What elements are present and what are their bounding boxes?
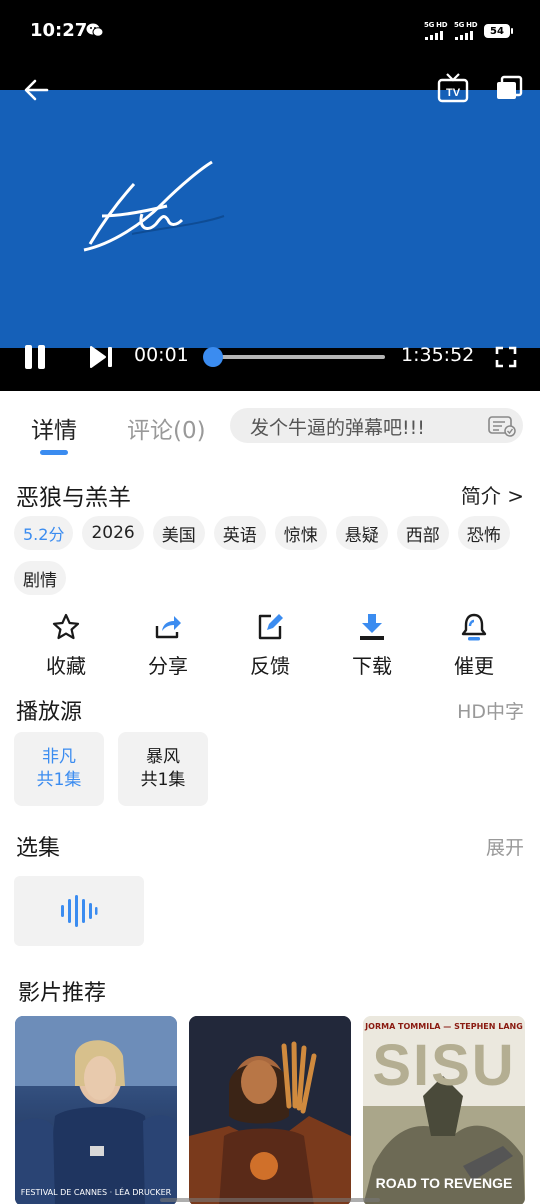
danmaku-settings-icon[interactable] xyxy=(487,415,517,437)
feedback-button[interactable]: 反馈 xyxy=(219,610,321,680)
poster-subtitle: ROAD TO REVENGE xyxy=(375,1175,513,1191)
next-button[interactable] xyxy=(84,340,118,374)
source-item-baofeng[interactable]: 暴风 共1集 xyxy=(118,732,208,806)
poster-caption: FESTIVAL DE CANNES · LÉA DRUCKER xyxy=(20,1188,172,1197)
action-row: 收藏 分享 反馈 下载 催更 xyxy=(0,610,540,680)
score-badge: 5.2分 xyxy=(14,516,74,550)
pause-button[interactable] xyxy=(18,340,52,374)
video-logo xyxy=(83,160,225,252)
danmaku-input[interactable]: 发个牛逼的弹幕吧!!! xyxy=(230,408,523,443)
tag-chip[interactable]: 惊悚 xyxy=(274,516,327,550)
player-controls: 00:01 1:35:52 xyxy=(0,330,540,386)
source-count: 共1集 xyxy=(36,770,82,790)
source-title: 播放源 xyxy=(16,700,83,725)
back-arrow-icon xyxy=(24,79,49,101)
recommend-title: 影片推荐 xyxy=(18,981,107,1006)
video-player[interactable]: TV 00:01 1:35:52 xyxy=(0,62,540,391)
episode-item[interactable] xyxy=(14,876,144,946)
source-count: 共1集 xyxy=(140,770,186,790)
source-name: 非凡 xyxy=(42,747,76,767)
source-quality: HD中字 xyxy=(457,701,524,723)
poster-credits: JORMA TOMMILA — STEPHEN LANG xyxy=(365,1022,523,1031)
tab-detail[interactable]: 详情 xyxy=(31,411,77,445)
signal-icon-2: 5G HD xyxy=(454,21,478,41)
share-button[interactable]: 分享 xyxy=(117,610,219,680)
tabs-bar: 详情 评论(0) 发个牛逼的弹幕吧!!! xyxy=(0,391,540,463)
source-item-feifan[interactable]: 非凡 共1集 xyxy=(14,732,104,806)
tag-chip[interactable]: 剧情 xyxy=(14,561,66,595)
tag-chip[interactable]: 西部 xyxy=(396,516,449,550)
progress-track[interactable] xyxy=(213,355,385,359)
duration: 1:35:52 xyxy=(401,344,475,366)
poster-card[interactable] xyxy=(189,1016,351,1204)
status-bar: 10:27 5G HD 5G HD 54 xyxy=(0,0,540,62)
tag-chip[interactable]: 英语 xyxy=(213,516,266,550)
svg-text:TV: TV xyxy=(446,87,461,99)
tag-chip[interactable]: 悬疑 xyxy=(335,516,388,550)
source-name: 暴风 xyxy=(146,747,180,767)
tag-list: 5.2分 2026 美国 英语 惊悚 悬疑 西部 恐怖 剧情 xyxy=(14,516,526,595)
status-time: 10:27 xyxy=(30,20,88,41)
message-icon xyxy=(86,23,104,37)
tv-cast-button[interactable]: TV xyxy=(436,72,470,104)
tag-chip[interactable]: 2026 xyxy=(82,516,144,550)
movie-title: 恶狼与羔羊 xyxy=(16,485,131,511)
bell-icon xyxy=(461,613,487,641)
fullscreen-button[interactable] xyxy=(492,342,520,372)
danmaku-placeholder: 发个牛逼的弹幕吧!!! xyxy=(250,417,425,439)
intro-link[interactable]: 简介 > xyxy=(461,480,524,509)
share-icon xyxy=(155,616,181,639)
battery-icon: 54 xyxy=(484,24,513,38)
tab-comments[interactable]: 评论(0) xyxy=(127,411,206,445)
next-icon xyxy=(90,346,112,368)
remind-update-button[interactable]: 催更 xyxy=(423,610,525,680)
picture-in-picture-icon xyxy=(497,75,523,99)
tag-chip[interactable]: 恐怖 xyxy=(457,516,510,550)
progress-knob[interactable] xyxy=(203,347,223,367)
episodes-title: 选集 xyxy=(16,836,61,861)
fullscreen-icon xyxy=(495,346,517,368)
download-icon xyxy=(360,614,384,640)
star-icon xyxy=(52,613,80,640)
poster-image xyxy=(15,1016,177,1204)
playing-wave-icon xyxy=(61,895,98,927)
signal-icon-1: 5G HD xyxy=(424,21,448,41)
download-button[interactable]: 下载 xyxy=(321,610,423,680)
tag-chip[interactable]: 美国 xyxy=(152,516,205,550)
current-time: 00:01 xyxy=(134,344,189,366)
expand-button[interactable]: 展开 xyxy=(486,833,524,860)
poster-card[interactable]: JORMA TOMMILA — STEPHEN LANG SISU ROAD T… xyxy=(363,1016,525,1204)
home-indicator[interactable] xyxy=(160,1198,380,1202)
tab-underline xyxy=(40,450,68,455)
pause-icon xyxy=(25,345,45,369)
back-button[interactable] xyxy=(20,76,52,104)
tv-cast-icon: TV xyxy=(437,73,469,103)
favorite-button[interactable]: 收藏 xyxy=(15,610,117,680)
poster-title: SISU xyxy=(372,1033,516,1098)
edit-icon xyxy=(258,614,283,640)
poster-image xyxy=(189,1016,351,1204)
pip-button[interactable] xyxy=(494,74,524,102)
poster-card[interactable]: FESTIVAL DE CANNES · LÉA DRUCKER xyxy=(15,1016,177,1204)
